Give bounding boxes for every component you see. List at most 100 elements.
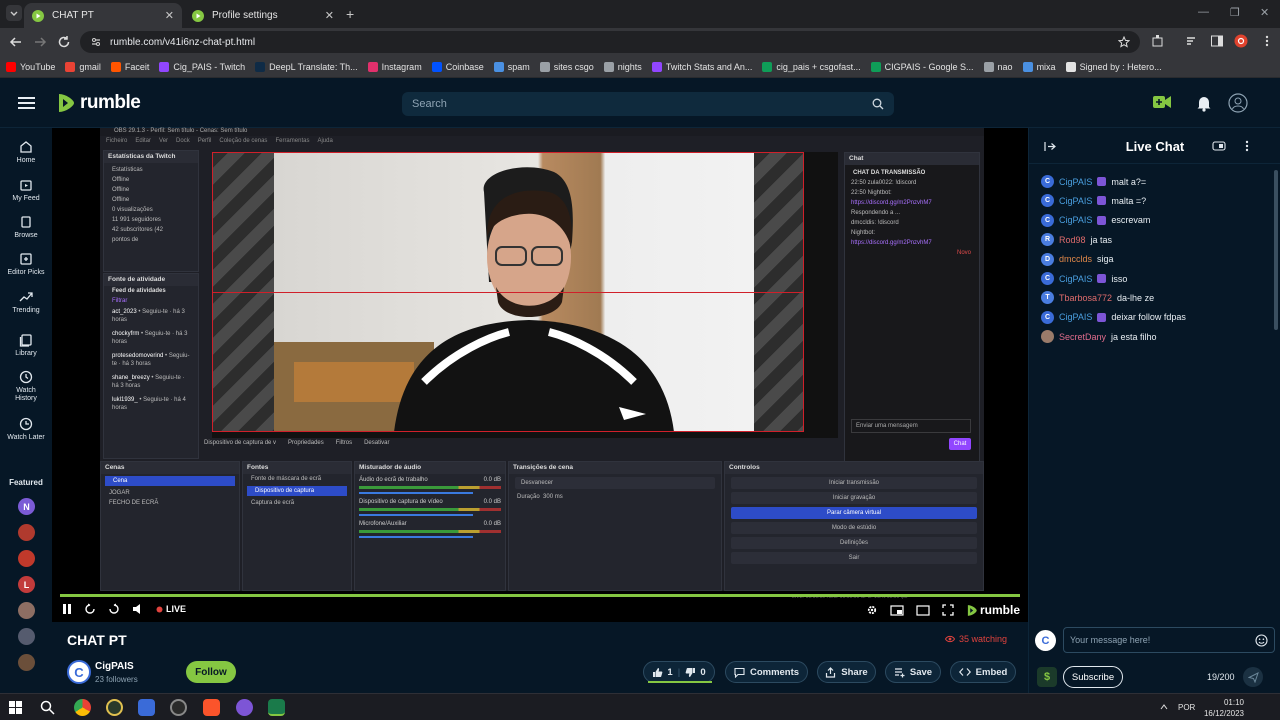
chat-avatar[interactable]: C (1041, 194, 1054, 208)
extensions-icon[interactable] (1151, 34, 1165, 48)
video-player[interactable]: OBS 29.1.3 - Perfil: Sem título - Cenas:… (52, 128, 1028, 622)
reload-icon[interactable] (56, 34, 72, 50)
back-icon[interactable] (8, 34, 24, 50)
chat-avatar[interactable]: R (1041, 233, 1054, 247)
sidebar-item-browse[interactable]: Browse (0, 215, 52, 239)
app-taskbar-icon[interactable] (138, 699, 155, 716)
discord-taskbar-icon[interactable] (236, 699, 253, 716)
system-clock[interactable]: 01:10 16/12/2023 (1204, 697, 1244, 719)
sidebar-item-library[interactable]: Library (0, 333, 52, 357)
chat-username[interactable]: CigPAIS (1059, 196, 1092, 206)
search-input[interactable]: Search (402, 92, 894, 116)
bookmark-item[interactable]: mixa (1022, 61, 1056, 72)
brave-taskbar-icon[interactable] (203, 699, 220, 716)
progress-bar[interactable] (60, 594, 1020, 597)
tab-close-icon[interactable]: ✕ (325, 9, 334, 22)
chat-username[interactable]: CigPAIS (1059, 274, 1092, 284)
side-panel-icon[interactable] (1210, 34, 1224, 48)
chat-avatar[interactable]: C (1041, 272, 1054, 285)
bookmark-item[interactable]: YouTube (6, 61, 55, 72)
featured-channel-avatar[interactable] (18, 524, 35, 541)
chat-avatar[interactable]: D (1041, 252, 1054, 266)
bookmark-item[interactable]: Twitch Stats and An... (651, 61, 752, 72)
tab-profile-settings[interactable]: Profile settings ✕ (184, 3, 342, 28)
share-button[interactable]: Share (817, 661, 876, 683)
pip-icon[interactable] (890, 604, 904, 616)
theater-mode-icon[interactable] (916, 604, 930, 616)
chat-avatar[interactable]: T (1041, 291, 1054, 305)
tab-search-button[interactable] (6, 5, 22, 21)
bookmark-item[interactable]: sites csgo (539, 61, 594, 72)
chat-username[interactable]: CigPAIS (1059, 312, 1092, 322)
forward-icon[interactable] (32, 34, 48, 50)
volume-icon[interactable] (132, 603, 144, 615)
chat-username[interactable]: CigPAIS (1059, 177, 1092, 187)
replay-icon[interactable] (84, 603, 96, 615)
featured-channel-avatar[interactable] (18, 654, 35, 671)
live-badge[interactable]: LIVE (156, 604, 186, 614)
bookmark-item[interactable]: Instagram (367, 61, 422, 72)
media-controls-icon[interactable] (1185, 34, 1199, 48)
channel-avatar[interactable]: C (67, 660, 91, 684)
bookmark-star-icon[interactable] (1118, 36, 1130, 48)
site-info-icon[interactable] (90, 36, 102, 48)
bookmark-item[interactable]: spam (493, 61, 530, 72)
upload-video-icon[interactable] (1152, 94, 1172, 110)
taskbar-search-icon[interactable] (40, 700, 55, 715)
close-window-icon[interactable]: ✕ (1260, 6, 1269, 19)
bookmark-item[interactable]: gmail (65, 61, 101, 72)
chat-avatar[interactable]: C (1041, 310, 1054, 324)
tray-chevron-icon[interactable] (1160, 704, 1168, 710)
player-rumble-logo[interactable]: rumble (966, 603, 1020, 617)
tab-chat-pt[interactable]: CHAT PT ✕ (24, 3, 182, 28)
save-button[interactable]: Save (885, 661, 941, 683)
user-account-icon[interactable] (1228, 93, 1248, 113)
sidebar-item-home[interactable]: Home (0, 140, 52, 164)
featured-channel-avatar[interactable] (18, 550, 35, 567)
embed-button[interactable]: Embed (950, 661, 1016, 683)
bookmark-item[interactable]: DeepL Translate: Th... (255, 61, 358, 72)
bookmark-item[interactable]: CIGPAIS - Google S... (870, 61, 974, 72)
tab-close-icon[interactable]: ✕ (165, 9, 174, 22)
chat-username[interactable]: CigPAIS (1059, 215, 1092, 225)
bookmark-item[interactable]: Cig_PAIS - Twitch (159, 61, 245, 72)
featured-channel-avatar[interactable] (18, 602, 35, 619)
dislike-button[interactable]: 0 (685, 667, 706, 678)
address-bar[interactable]: rumble.com/v41i6nz-chat-pt.html (80, 31, 1140, 53)
pause-icon[interactable] (62, 603, 72, 615)
chat-username[interactable]: dmcclds (1059, 254, 1092, 264)
minimize-icon[interactable]: — (1198, 6, 1209, 18)
sidebar-item-trending[interactable]: Trending (0, 290, 52, 314)
chat-options-icon[interactable] (1245, 140, 1249, 152)
input-language[interactable]: POR (1178, 703, 1195, 712)
bookmark-item[interactable]: Signed by : Hetero... (1065, 61, 1162, 72)
follow-button[interactable]: Follow (186, 661, 236, 683)
comments-button[interactable]: Comments (725, 661, 808, 683)
rant-dollar-button[interactable]: $ (1037, 667, 1057, 687)
chat-avatar[interactable] (1041, 330, 1054, 344)
send-button[interactable] (1243, 667, 1263, 687)
csgo-taskbar-icon[interactable] (106, 699, 123, 716)
chat-username[interactable]: Rod98 (1059, 235, 1086, 245)
fullscreen-icon[interactable] (942, 604, 954, 616)
chat-username[interactable]: Tbarbosa772 (1059, 293, 1112, 303)
chat-avatar[interactable]: C (1041, 213, 1054, 227)
sidebar-item-watch-history[interactable]: Watch History (0, 370, 52, 403)
obs-taskbar-icon[interactable] (170, 699, 187, 716)
chrome-taskbar-icon[interactable] (74, 699, 91, 716)
chat-scrollbar[interactable] (1274, 170, 1278, 330)
bookmark-item[interactable]: Faceit (110, 61, 149, 72)
bookmark-item[interactable]: nao (983, 61, 1013, 72)
sidebar-item-watch-later[interactable]: Watch Later (0, 417, 52, 441)
chat-message-input[interactable]: Your message here! (1063, 627, 1275, 653)
featured-channel-avatar[interactable]: L (18, 576, 35, 593)
search-icon[interactable] (872, 98, 884, 110)
maximize-icon[interactable]: ❐ (1230, 6, 1240, 19)
forward-icon[interactable] (108, 603, 120, 615)
new-tab-button[interactable]: + (346, 6, 354, 22)
rumble-logo[interactable]: rumble (56, 92, 141, 114)
rumble-studio-taskbar-icon[interactable] (268, 699, 285, 716)
bookmark-item[interactable]: Coinbase (431, 61, 484, 72)
sidebar-item-editor-picks[interactable]: Editor Picks (0, 252, 52, 276)
like-button[interactable]: 1 (652, 667, 673, 678)
